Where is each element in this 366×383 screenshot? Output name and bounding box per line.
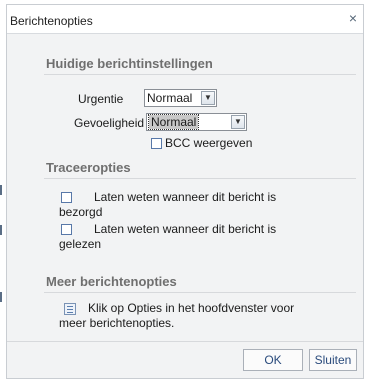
more-options-line2: meer berichtenopties. (59, 316, 175, 330)
bcc-checkbox[interactable] (151, 138, 162, 149)
background-edge-mark (0, 185, 2, 195)
more-options-heading: Meer berichtenopties (46, 274, 177, 289)
read-receipt-label[interactable]: Laten weten wanneer dit bericht is gelez… (59, 222, 349, 252)
sensitivity-label: Gevoeligheid (74, 116, 145, 130)
urgency-select[interactable]: Normaal ▼ (144, 89, 217, 107)
urgency-value: Normaal (147, 91, 193, 105)
read-receipt-line1: Laten weten wanneer dit bericht is (94, 222, 277, 236)
delivery-receipt-label[interactable]: Laten weten wanneer dit bericht is bezor… (59, 190, 349, 220)
read-receipt-line2: gelezen (59, 237, 102, 251)
close-button[interactable]: Sluiten (309, 349, 357, 371)
sensitivity-select[interactable]: Normaal ▼ (146, 113, 247, 131)
more-options-line1: Klik op Opties in het hoofdvenster voor (88, 301, 295, 315)
close-icon[interactable]: × (349, 10, 357, 26)
sensitivity-value: Normaal (147, 114, 200, 130)
section-divider (44, 178, 356, 179)
chevron-down-icon[interactable]: ▼ (231, 115, 245, 129)
bcc-label[interactable]: BCC weergeven (165, 136, 252, 150)
background-edge-mark (0, 225, 2, 235)
dialog-footer: OK Sluiten (7, 341, 363, 378)
tracking-heading: Traceeropties (46, 160, 131, 175)
section-divider (44, 292, 356, 293)
more-options-text: Klik op Opties in het hoofdvenster voor … (59, 301, 354, 331)
ok-button[interactable]: OK (243, 349, 303, 371)
message-options-dialog: Berichtenopties × Huidige berichtinstell… (6, 4, 364, 379)
background-edge-mark (0, 292, 2, 302)
section-divider (44, 74, 356, 75)
dialog-titlebar: Berichtenopties × (7, 5, 363, 34)
current-settings-heading: Huidige berichtinstellingen (46, 56, 213, 71)
chevron-down-icon[interactable]: ▼ (201, 91, 215, 105)
dialog-title: Berichtenopties (10, 14, 93, 28)
delivery-receipt-line2: bezorgd (59, 205, 103, 219)
urgency-label: Urgentie (78, 92, 124, 106)
delivery-receipt-line1: Laten weten wanneer dit bericht is (94, 190, 277, 204)
